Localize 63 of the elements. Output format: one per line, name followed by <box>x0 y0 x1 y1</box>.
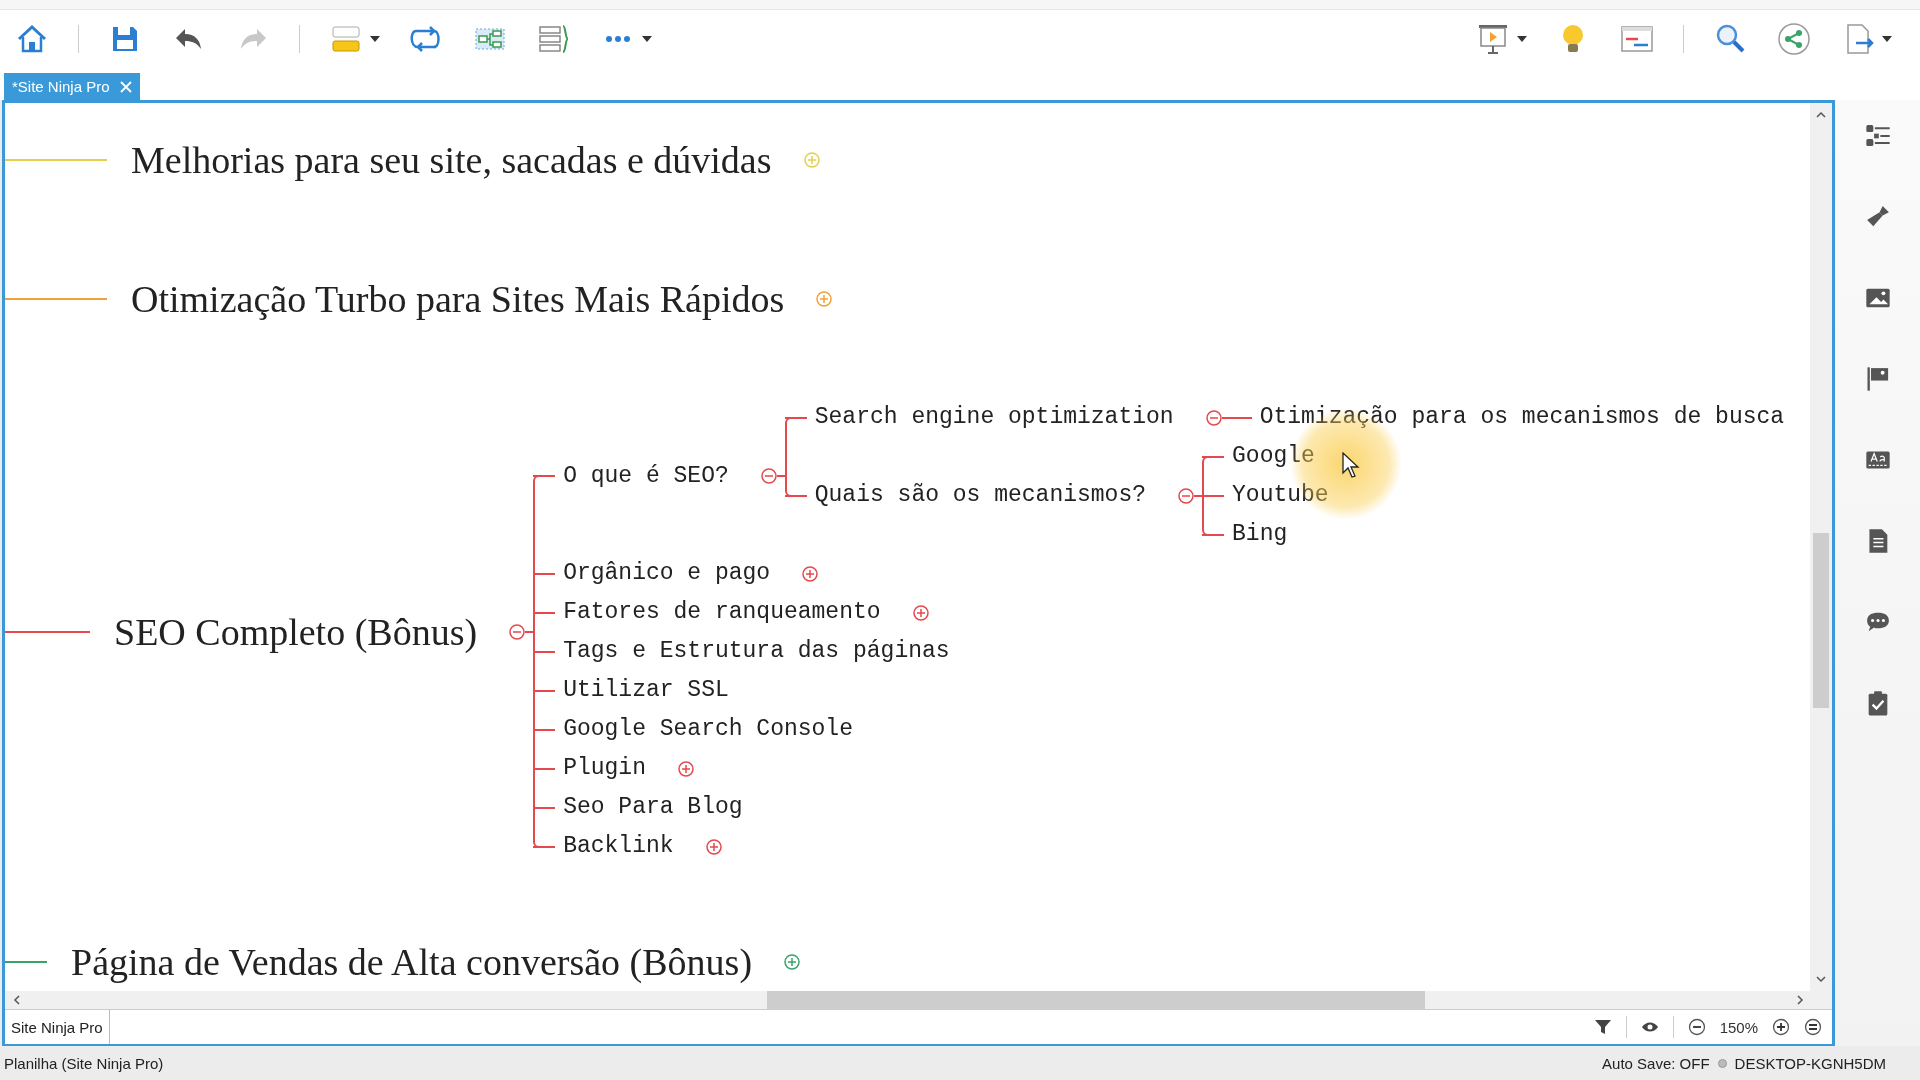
connector-line <box>533 650 556 653</box>
subtopic[interactable]: Tags e Estrutura das páginas <box>563 632 950 671</box>
subtopic[interactable]: Google <box>1232 437 1315 476</box>
subtopic[interactable]: Utilizar SSL <box>563 671 729 710</box>
expand-icon[interactable] <box>816 290 833 307</box>
scrollbar-thumb[interactable] <box>1813 533 1829 708</box>
connector-line <box>533 728 556 731</box>
expand-icon[interactable] <box>677 760 694 777</box>
connector-line <box>1202 455 1225 458</box>
expand-icon[interactable] <box>802 565 819 582</box>
mouse-pointer-icon <box>1342 452 1360 478</box>
expand-icon[interactable] <box>705 838 722 855</box>
subtopic[interactable]: O que é SEO? <box>563 456 729 496</box>
caret-icon[interactable] <box>370 36 380 42</box>
scroll-right-icon[interactable] <box>1794 994 1806 1006</box>
main-topic[interactable]: Página de Vendas de Alta conversão (Bônus) <box>71 938 753 985</box>
connector-line <box>533 475 556 477</box>
caret-icon[interactable] <box>1882 36 1892 42</box>
connector-line <box>784 416 807 419</box>
connector-line <box>533 689 556 692</box>
status-text: Planilha (Site Ninja Pro) <box>4 1054 164 1072</box>
zoom-out-icon[interactable] <box>1687 1018 1706 1036</box>
subtopic[interactable]: Google Search Console <box>563 710 853 749</box>
main-topic[interactable]: SEO Completo (Bônus) <box>114 609 478 655</box>
subtopic[interactable]: Quais são os mecanismos? <box>814 476 1147 515</box>
connector-line <box>533 572 556 575</box>
subtopic[interactable]: Search engine optimization <box>814 398 1174 437</box>
subtopic[interactable]: Fatores de ranqueamento <box>563 593 881 632</box>
main-topic[interactable]: Otimização Turbo para Sites Mais Rápidos <box>131 275 785 322</box>
collapse-icon[interactable] <box>1205 409 1222 426</box>
subtopic[interactable]: Youtube <box>1232 476 1329 515</box>
fit-icon[interactable] <box>1804 1018 1822 1036</box>
connector-line <box>533 767 556 770</box>
subtopic[interactable]: Bing <box>1232 515 1288 554</box>
auto-save-status: Auto Save: OFF <box>1602 1054 1710 1072</box>
expand-icon[interactable] <box>784 953 801 970</box>
connector-line <box>1202 533 1225 536</box>
subtopic[interactable]: Otimização para os mecanismos de busca <box>1259 398 1785 437</box>
status-dot <box>1717 1058 1727 1068</box>
connector-line <box>533 611 556 614</box>
zoom-level: 150% <box>1719 1018 1758 1036</box>
filter-icon[interactable] <box>1593 1018 1612 1036</box>
subtopic[interactable]: Orgânico e pago <box>563 554 771 593</box>
scroll-left-icon[interactable] <box>11 994 23 1006</box>
collapse-icon[interactable] <box>760 468 777 484</box>
subtopic[interactable]: Seo Para Blog <box>563 788 743 827</box>
zoom-in-icon[interactable] <box>1772 1018 1790 1036</box>
scroll-down-icon[interactable] <box>1815 973 1827 985</box>
subtopic[interactable]: Plugin <box>563 749 646 788</box>
share-icon[interactable] <box>1776 21 1812 57</box>
main-topic[interactable]: Melhorias para seu site, sacadas e dúvidas <box>131 136 772 183</box>
collapse-icon[interactable] <box>509 624 526 640</box>
connector-line <box>533 845 556 848</box>
caret-icon[interactable] <box>1517 36 1527 42</box>
close-icon[interactable] <box>119 80 132 93</box>
computer-name: DESKTOP-KGNH5DM <box>1734 1054 1886 1072</box>
connector-line <box>784 494 807 497</box>
scrollbar-thumb[interactable] <box>767 991 1425 1009</box>
caret-icon[interactable] <box>642 36 652 42</box>
connector-line <box>533 806 556 809</box>
expand-icon[interactable] <box>912 604 929 621</box>
subtopic[interactable]: Backlink <box>563 827 674 866</box>
collapse-icon[interactable] <box>1178 487 1195 504</box>
